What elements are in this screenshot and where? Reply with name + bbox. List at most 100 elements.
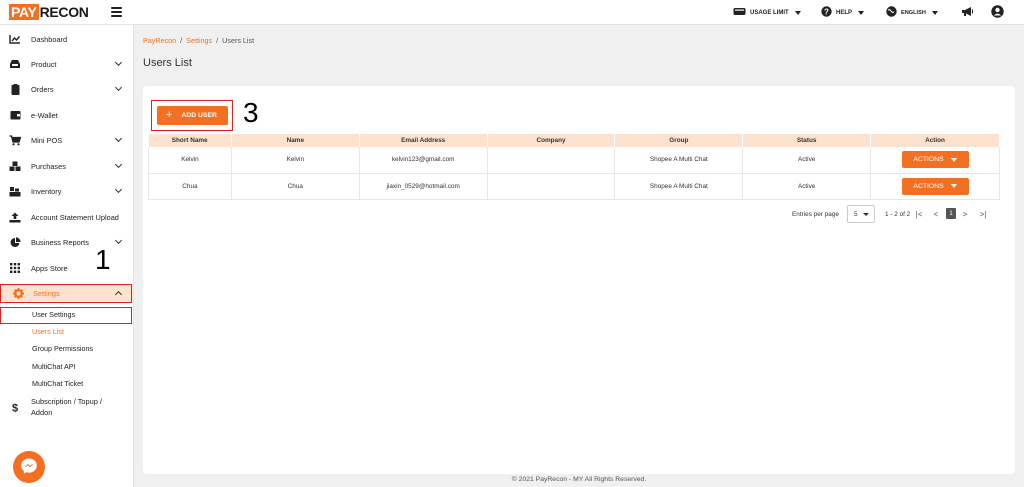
sidebar-sub-multichat-ticket[interactable]: MultiChat Ticket <box>32 379 83 388</box>
table-header-row: Short Name Name Email Address Company Gr… <box>148 134 1000 147</box>
help-dropdown[interactable]: ? HELP <box>821 6 865 19</box>
svg-text:?: ? <box>824 7 829 16</box>
breadcrumb-settings[interactable]: Settings <box>186 36 212 45</box>
usage-limit-dropdown[interactable]: USAGE LIMIT <box>733 6 801 19</box>
sidebar-item-dashboard[interactable]: Dashboard <box>0 31 134 47</box>
cell-status: Active <box>742 147 872 174</box>
chart-line-icon <box>9 33 21 45</box>
sidebar-item-inventory[interactable]: Inventory <box>0 183 134 199</box>
cell-status: Active <box>742 173 872 200</box>
messenger-icon <box>20 457 38 477</box>
cart-icon <box>9 134 21 146</box>
svg-text:$: $ <box>12 402 18 413</box>
highlight-box-user-settings <box>0 307 132 324</box>
cell-company <box>487 147 616 174</box>
first-page-button[interactable]: |< <box>914 208 924 220</box>
table-row: Chua Chua jiaxin_0529@hotmail.com Shopee… <box>148 173 1000 200</box>
sidebar-item-orders[interactable]: Orders <box>0 81 134 97</box>
chevron-left-icon: < <box>933 209 939 219</box>
footer-copyright: © 2021 PayRecon - MY All Rights Reserved… <box>511 476 647 483</box>
last-page-button[interactable]: >| <box>978 208 988 220</box>
column-header-company[interactable]: Company <box>487 134 616 147</box>
sidebar-item-e-wallet[interactable]: e-Wallet <box>0 107 134 123</box>
globe-icon <box>886 6 897 19</box>
cell-action: ACTIONS <box>870 173 1000 200</box>
cell-group: Shopee A Multi Chat <box>614 147 744 174</box>
chevron-down-icon <box>114 134 123 143</box>
cell-company <box>487 173 616 200</box>
column-header-status[interactable]: Status <box>742 134 872 147</box>
breadcrumb: PayRecon / Settings / Users List <box>143 36 255 45</box>
inbox-icon <box>9 58 21 70</box>
chevron-right-icon: > <box>962 209 968 219</box>
pagination-range: 1 - 2 of 2 <box>885 210 911 218</box>
highlight-box-add-user <box>151 100 233 131</box>
sidebar-item-account-statement-upload[interactable]: Account Statement Upload <box>0 209 134 225</box>
chevron-down-icon <box>794 10 801 15</box>
grid-icon <box>9 262 21 274</box>
sidebar-sub-users-list[interactable]: Users List <box>32 327 64 336</box>
actions-button[interactable]: ACTIONS <box>901 151 969 169</box>
chevron-down-icon <box>931 10 938 15</box>
current-page-button[interactable]: 1 <box>946 208 956 219</box>
highlight-box-settings <box>0 284 132 303</box>
cell-short-name: Chua <box>148 173 232 200</box>
chevron-down-icon <box>114 83 123 92</box>
page-title: Users List <box>143 57 192 69</box>
announcement-button[interactable] <box>961 6 974 19</box>
warehouse-icon <box>9 185 21 197</box>
last-page-icon: >| <box>979 209 987 219</box>
sidebar: Dashboard Product Orders e-Wallet Mini P… <box>0 25 134 487</box>
cell-name: Kelvin <box>231 147 360 174</box>
chevron-down-icon <box>863 213 869 216</box>
chevron-down-icon <box>114 58 123 67</box>
entries-per-page-select[interactable]: 5 <box>847 205 875 223</box>
account-button[interactable] <box>991 5 1004 19</box>
actions-button[interactable]: ACTIONS <box>901 177 969 195</box>
language-dropdown[interactable]: ENGLISH <box>886 6 938 19</box>
chevron-down-icon <box>858 10 865 15</box>
cell-group: Shopee A Multi Chat <box>614 173 744 200</box>
chevron-down-icon <box>114 236 123 245</box>
column-header-short-name[interactable]: Short Name <box>148 134 232 147</box>
sidebar-sub-group-permissions[interactable]: Group Permissions <box>32 344 93 353</box>
column-header-email[interactable]: Email Address <box>359 134 488 147</box>
dollar-icon: $ <box>9 401 21 413</box>
chevron-down-icon <box>114 160 123 169</box>
cell-name: Chua <box>231 173 360 200</box>
sidebar-item-subscription[interactable]: $ Subscription / Topup / Addon <box>0 396 134 418</box>
prev-page-button[interactable]: < <box>932 208 940 220</box>
usage-limit-icon <box>733 7 746 18</box>
table-row: Kelvin Kelvin kelvin123@gmail.com Shopee… <box>148 147 1000 174</box>
next-page-button[interactable]: > <box>961 208 969 220</box>
sidebar-item-apps-store[interactable]: Apps Store <box>0 260 134 276</box>
help-icon: ? <box>821 6 832 19</box>
breadcrumb-home[interactable]: PayRecon <box>143 36 176 45</box>
cell-short-name: Kelvin <box>148 147 232 174</box>
first-page-icon: |< <box>915 209 923 219</box>
wallet-icon <box>9 109 21 121</box>
chevron-down-icon <box>950 184 957 188</box>
sidebar-sub-multichat-api[interactable]: MultiChat API <box>32 362 76 371</box>
megaphone-icon <box>961 6 974 19</box>
column-header-action: Action <box>870 134 1000 147</box>
cell-email: jiaxin_0529@hotmail.com <box>359 173 488 200</box>
chevron-down-icon <box>114 185 123 194</box>
hamburger-menu-icon[interactable] <box>111 7 122 17</box>
sidebar-item-mini-pos[interactable]: Mini POS <box>0 132 134 148</box>
top-bar: PAY RECON USAGE LIMIT ? HELP ENGLISH <box>0 0 1024 25</box>
payrecon-logo[interactable]: PAY RECON <box>9 4 89 20</box>
boxes-icon <box>9 160 21 172</box>
column-header-group[interactable]: Group <box>614 134 744 147</box>
sidebar-item-business-reports[interactable]: Business Reports <box>0 234 134 250</box>
breadcrumb-current: Users List <box>222 36 255 45</box>
entries-per-page-label: Entries per page <box>792 210 839 218</box>
sidebar-item-purchases[interactable]: Purchases <box>0 158 134 174</box>
cell-action: ACTIONS <box>870 147 1000 174</box>
column-header-name[interactable]: Name <box>231 134 360 147</box>
chevron-down-icon <box>950 157 957 162</box>
pie-chart-icon <box>9 236 21 248</box>
sidebar-item-product[interactable]: Product <box>0 56 134 72</box>
cell-email: kelvin123@gmail.com <box>359 147 488 174</box>
annotation-1: 1 <box>95 244 111 275</box>
